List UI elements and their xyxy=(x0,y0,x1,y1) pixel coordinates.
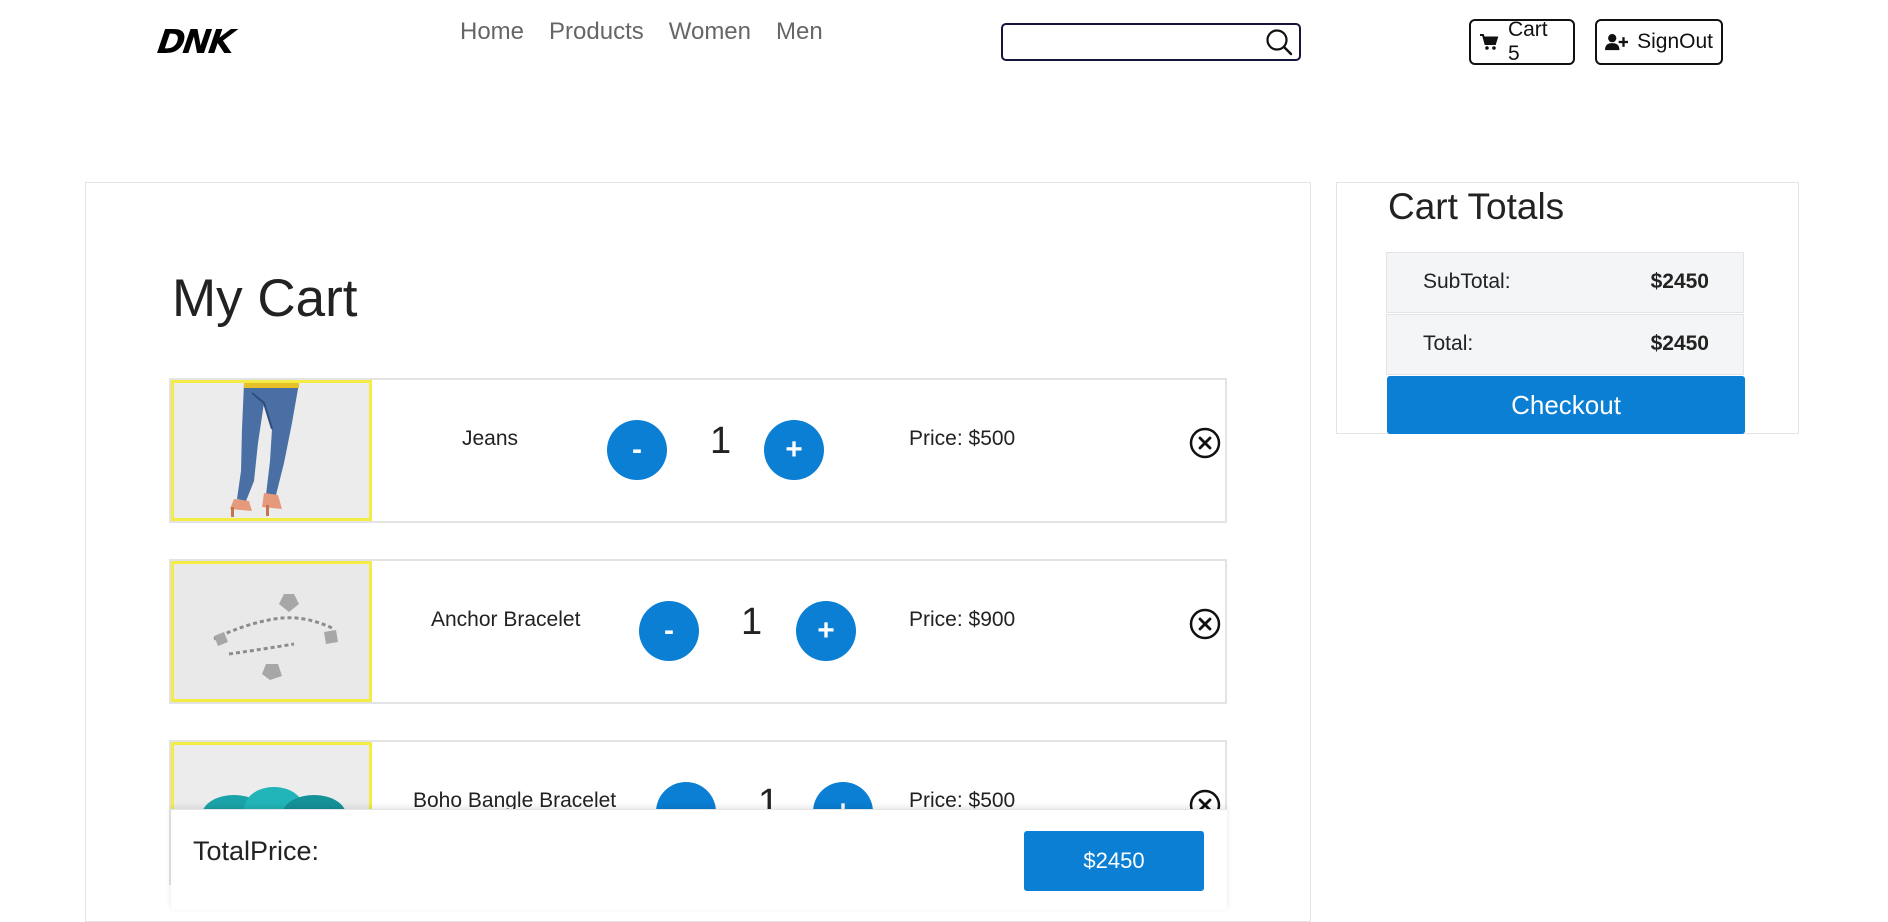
total-price-label: TotalPrice: xyxy=(193,836,320,866)
nav-home[interactable]: Home xyxy=(460,18,524,46)
total-row: Total: $2450 xyxy=(1386,314,1744,375)
product-image-jeans[interactable] xyxy=(171,380,372,521)
product-name: Anchor Bracelet xyxy=(431,608,581,631)
page-title: My Cart xyxy=(172,269,358,328)
signout-button[interactable]: SignOut xyxy=(1595,19,1723,65)
product-image-anchor-bracelet[interactable] xyxy=(171,561,372,702)
main-nav: Home Products Women Men xyxy=(460,18,823,46)
total-price-button[interactable]: $2450 xyxy=(1024,831,1204,891)
subtotal-row: SubTotal: $2450 xyxy=(1386,252,1744,313)
subtotal-value: $2450 xyxy=(1650,270,1709,293)
remove-item-icon[interactable] xyxy=(1189,608,1221,640)
signout-button-label: SignOut xyxy=(1637,30,1713,53)
total-label: Total: xyxy=(1423,332,1474,355)
search-box xyxy=(1001,23,1301,61)
decrease-quantity-button[interactable]: - xyxy=(607,420,667,480)
product-price: Price: $900 xyxy=(909,608,1016,631)
search-icon[interactable] xyxy=(1265,28,1293,56)
remove-item-icon[interactable] xyxy=(1189,427,1221,459)
brand-logo[interactable]: DNK xyxy=(155,22,235,61)
nav-products[interactable]: Products xyxy=(549,18,644,46)
subtotal-label: SubTotal: xyxy=(1423,270,1511,293)
cart-item: Jeans - 1 + Price: $500 xyxy=(169,378,1227,523)
user-plus-icon xyxy=(1605,34,1629,51)
product-name: Jeans xyxy=(462,427,519,450)
checkout-button[interactable]: Checkout xyxy=(1387,376,1745,434)
increase-quantity-button[interactable]: + xyxy=(764,420,824,480)
cart-item: Anchor Bracelet - 1 + Price: $900 xyxy=(169,559,1227,704)
cart-totals-title: Cart Totals xyxy=(1388,186,1565,227)
cart-button[interactable]: Cart 5 xyxy=(1469,18,1575,65)
total-value: $2450 xyxy=(1650,332,1709,355)
cart-button-label: Cart 5 xyxy=(1507,18,1548,65)
quantity-value: 1 xyxy=(710,420,732,462)
increase-quantity-button[interactable]: + xyxy=(796,601,856,661)
total-price-bar: TotalPrice: $2450 xyxy=(171,809,1227,910)
product-price: Price: $500 xyxy=(909,427,1016,450)
decrease-quantity-button[interactable]: - xyxy=(639,601,699,661)
shopping-cart-icon xyxy=(1479,34,1499,50)
search-input[interactable] xyxy=(1011,25,1265,59)
nav-women[interactable]: Women xyxy=(669,18,751,46)
nav-men[interactable]: Men xyxy=(776,18,823,46)
quantity-value: 1 xyxy=(741,601,763,643)
